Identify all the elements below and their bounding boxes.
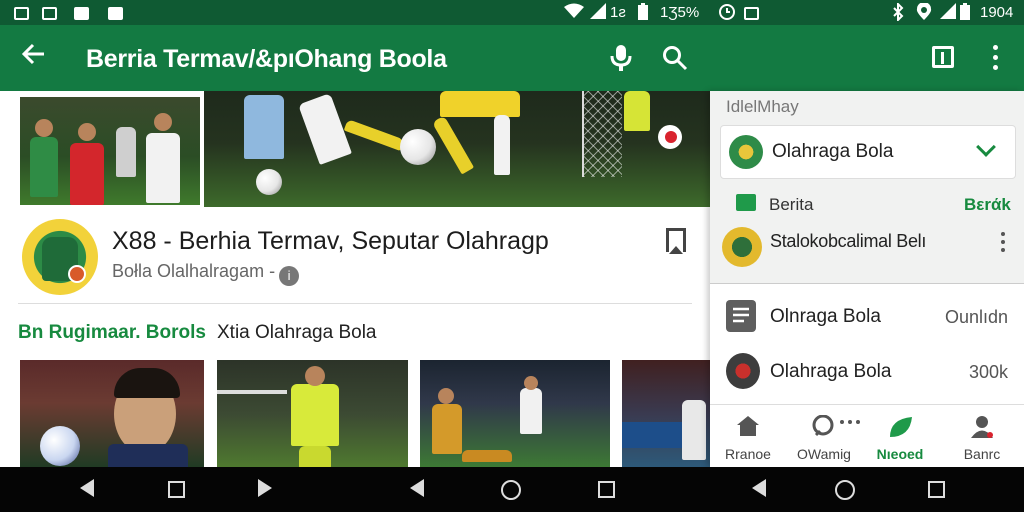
video-thumbnail[interactable] (20, 360, 204, 467)
document-icon (726, 300, 756, 332)
bottom-navigation: Rranoe OWamig Nıeoed Banrc (710, 404, 1024, 467)
list-item-value: Ounlıdn (944, 307, 1008, 327)
nav-item-feed[interactable]: Nıeoed (862, 405, 938, 467)
right-app-bar (710, 25, 1024, 91)
system-navigation-bar (0, 467, 1024, 512)
signal-label: 1ƨ (610, 4, 626, 21)
info-icon[interactable]: i (279, 266, 300, 286)
side-panel-header: IdlelMhay Olahraga Bola Berita Bεrάk Sta… (710, 91, 1024, 283)
recents-nav-icon[interactable] (168, 481, 185, 498)
news-row-label: Berita (769, 195, 814, 214)
nav-item-label: Nıeoed (876, 446, 924, 462)
forward-nav-icon[interactable] (258, 479, 272, 497)
wifi-icon (564, 3, 584, 24)
alarm-icon (718, 3, 736, 26)
back-nav-icon[interactable] (752, 479, 766, 497)
leaf-icon (888, 415, 912, 437)
gallery-icon (14, 3, 29, 22)
home-nav-icon[interactable] (835, 480, 855, 500)
nav-item-label: OWamig (797, 446, 851, 462)
main-content: X88 - Berhia Termav, Seputar Olahragp Bo… (0, 91, 710, 467)
list-item-value: 300k (968, 362, 1008, 382)
clock: 1904 (980, 4, 1014, 21)
back-nav-icon[interactable] (410, 479, 424, 497)
list-item-label: Olahraga Bola (770, 361, 892, 382)
home-icon (736, 415, 760, 437)
more-vert-icon[interactable] (989, 43, 1001, 73)
tab-view-icon[interactable] (932, 46, 954, 68)
recents-nav-icon[interactable] (598, 481, 615, 498)
channel-logo (729, 135, 763, 169)
news-icon (736, 194, 756, 211)
nav-item-profile[interactable]: Banrc (944, 405, 1020, 467)
page-title: Berria Termav/&pıOhang Boola (86, 45, 447, 73)
image-icon (74, 3, 89, 22)
nav-item-label: Banrc (963, 446, 1001, 462)
more-vert-icon[interactable] (1000, 231, 1006, 253)
bookmark-icon[interactable] (666, 228, 686, 254)
nav-item-home[interactable]: Rranoe (710, 405, 786, 467)
favorite-icon[interactable] (658, 125, 682, 149)
divider (18, 303, 692, 304)
hero-thumbnail-image[interactable] (18, 95, 202, 207)
channel-selector-label: Olahraga Bola (772, 141, 894, 162)
video-thumbnail[interactable] (420, 360, 610, 467)
video-thumbnail[interactable] (217, 360, 408, 467)
back-arrow-icon[interactable] (21, 42, 46, 72)
account-row-label: Stalokobcalimal Belı (770, 231, 927, 251)
screenshot-icon (744, 3, 759, 22)
app-bar: Berria Termav/&pıOhang Boola (0, 25, 710, 91)
nav-item-label: Rranoe (725, 446, 771, 462)
video-thumbnail[interactable] (622, 360, 710, 467)
edit-icon (108, 3, 123, 22)
section-title: Xtia Olahraga Bola (217, 322, 377, 343)
section-tag[interactable]: Bn Rugimaar. Borols (18, 322, 206, 344)
battery-icon-2 (960, 3, 970, 25)
battery-icon (638, 3, 648, 25)
channel-subtitle: Bołla Olalhalragam -i (112, 261, 300, 286)
person-icon (970, 415, 994, 438)
status-bar: 1ƨ 1Ʒ5% 1904 (0, 0, 1024, 25)
home-nav-icon[interactable] (501, 480, 521, 500)
hero-main-image[interactable] (204, 91, 710, 207)
battery-text: 1Ʒ5% (660, 4, 700, 21)
back-nav-icon[interactable] (80, 479, 94, 497)
account-avatar (722, 227, 762, 267)
side-panel: IdlelMhay Olahraga Bola Berita Bεrάk Sta… (710, 91, 1024, 467)
mic-icon[interactable] (610, 45, 632, 71)
nav-item-chat[interactable]: OWamig (786, 405, 862, 467)
channel-avatar[interactable] (22, 219, 98, 295)
list-item-label: Olnraga Bola (770, 306, 881, 327)
chevron-down-icon[interactable] (976, 137, 996, 157)
search-icon[interactable] (662, 45, 688, 71)
channel-selector[interactable]: Olahraga Bola (720, 125, 1016, 179)
signal-icon (590, 3, 606, 24)
no-sim-icon (42, 3, 57, 22)
channel-title: X88 - Berhia Termav, Seputar Olahragp (112, 227, 549, 255)
bluetooth-icon (892, 1, 904, 26)
news-row-action[interactable]: Bεrάk (964, 195, 1011, 215)
location-icon (916, 2, 932, 26)
signal-icon-2 (940, 3, 956, 24)
channel-subtitle-text: Bołla Olalhalragam - (112, 261, 276, 281)
shield-icon (726, 353, 760, 389)
recents-nav-icon[interactable] (928, 481, 945, 498)
side-panel-heading: IdlelMhay (726, 97, 799, 116)
divider (710, 283, 1024, 284)
chat-icon (812, 414, 860, 437)
